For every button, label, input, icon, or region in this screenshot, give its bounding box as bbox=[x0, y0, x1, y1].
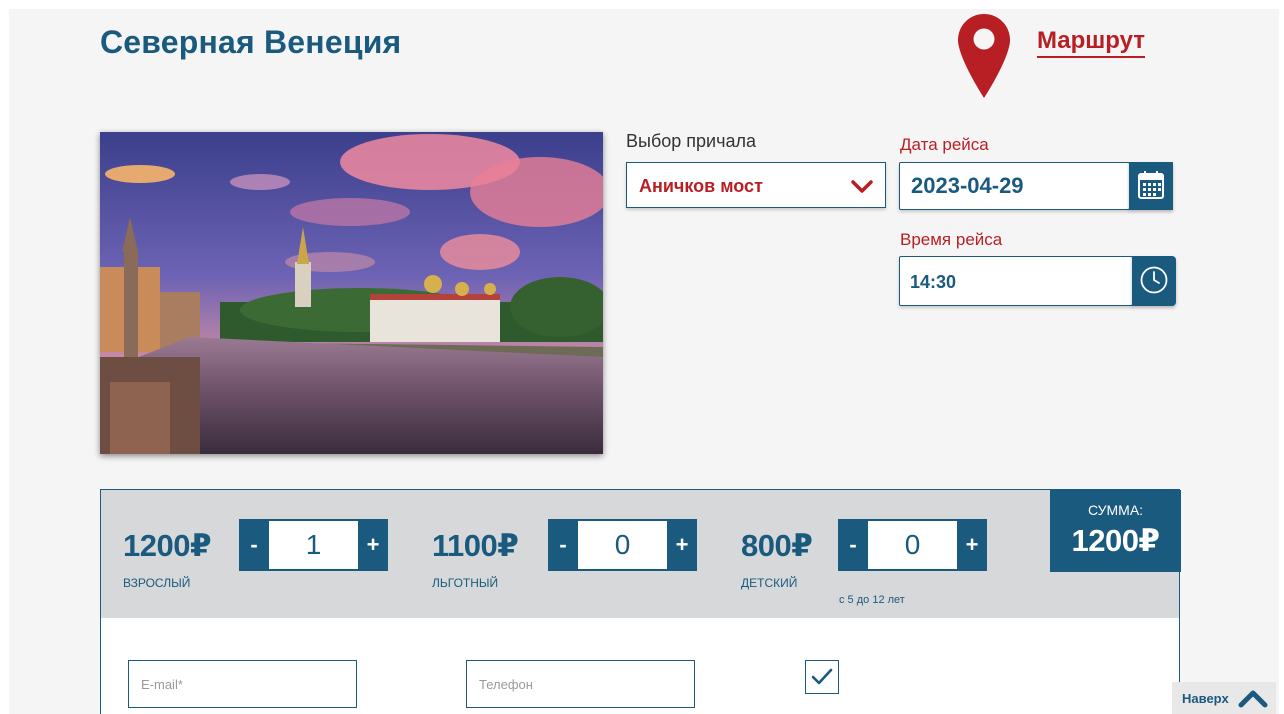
price-adult: 1200₽ bbox=[123, 528, 212, 563]
date-label: Дата рейса bbox=[900, 135, 989, 154]
adult-quantity-value[interactable]: 1 bbox=[269, 521, 358, 569]
page-title: Северная Венеция bbox=[100, 24, 402, 60]
back-to-top-label: Наверх bbox=[1182, 691, 1229, 706]
sum-label: СУММА: bbox=[1087, 502, 1144, 518]
calendar-icon bbox=[1138, 171, 1164, 199]
reduced-minus-button[interactable]: - bbox=[548, 519, 578, 571]
checkmark-icon bbox=[811, 668, 833, 685]
adult-minus-button[interactable]: - bbox=[239, 519, 269, 571]
ticket-type-adult: взрослый bbox=[123, 576, 191, 590]
route-link[interactable]: Маршрут bbox=[1037, 27, 1146, 59]
consent-checkbox[interactable] bbox=[805, 660, 839, 694]
ticket-type-child: детский bbox=[741, 576, 798, 590]
child-minus-button[interactable]: - bbox=[838, 519, 868, 571]
child-quantity-value[interactable]: 0 bbox=[868, 521, 957, 569]
reduced-quantity-value[interactable]: 0 bbox=[578, 521, 667, 569]
adult-quantity-stepper: - 1 + bbox=[239, 519, 388, 571]
back-to-top-button[interactable]: Наверх bbox=[1172, 682, 1276, 714]
reduced-quantity-stepper: - 0 + bbox=[548, 519, 697, 571]
email-field[interactable] bbox=[128, 660, 357, 708]
ticket-type-reduced: льготный bbox=[432, 576, 499, 590]
reduced-plus-button[interactable]: + bbox=[667, 519, 697, 571]
sum-box: СУММА: 1200₽ bbox=[1050, 490, 1181, 572]
price-child: 800₽ bbox=[741, 528, 813, 563]
clock-button[interactable] bbox=[1132, 256, 1176, 306]
child-quantity-stepper: - 0 + bbox=[838, 519, 987, 571]
ticket-panel: 1200₽ взрослый - 1 + 1100₽ льготный - 0 … bbox=[100, 489, 1181, 619]
date-value: 2023-04-29 bbox=[911, 173, 1024, 198]
time-label: Время рейса bbox=[900, 230, 1003, 249]
adult-plus-button[interactable]: + bbox=[358, 519, 388, 571]
price-reduced: 1100₽ bbox=[432, 528, 519, 563]
tour-photo bbox=[100, 132, 603, 454]
pier-select-value: Аничков мост bbox=[639, 176, 763, 196]
time-field[interactable]: 14:30 bbox=[899, 256, 1133, 306]
sum-value: 1200₽ bbox=[1071, 523, 1160, 558]
pier-label: Выбор причала bbox=[626, 131, 756, 151]
child-age-note: с 5 до 12 лет bbox=[839, 594, 905, 606]
pier-select[interactable]: Аничков мост bbox=[626, 162, 886, 208]
map-pin-icon[interactable] bbox=[958, 14, 1010, 103]
clock-icon bbox=[1140, 266, 1168, 294]
time-value: 14:30 bbox=[910, 272, 957, 292]
calendar-button[interactable] bbox=[1129, 162, 1173, 210]
date-field[interactable]: 2023-04-29 bbox=[899, 162, 1130, 210]
chevron-up-icon bbox=[1238, 690, 1268, 708]
chevron-down-icon bbox=[851, 180, 873, 199]
phone-field[interactable] bbox=[466, 660, 695, 708]
child-plus-button[interactable]: + bbox=[957, 519, 987, 571]
